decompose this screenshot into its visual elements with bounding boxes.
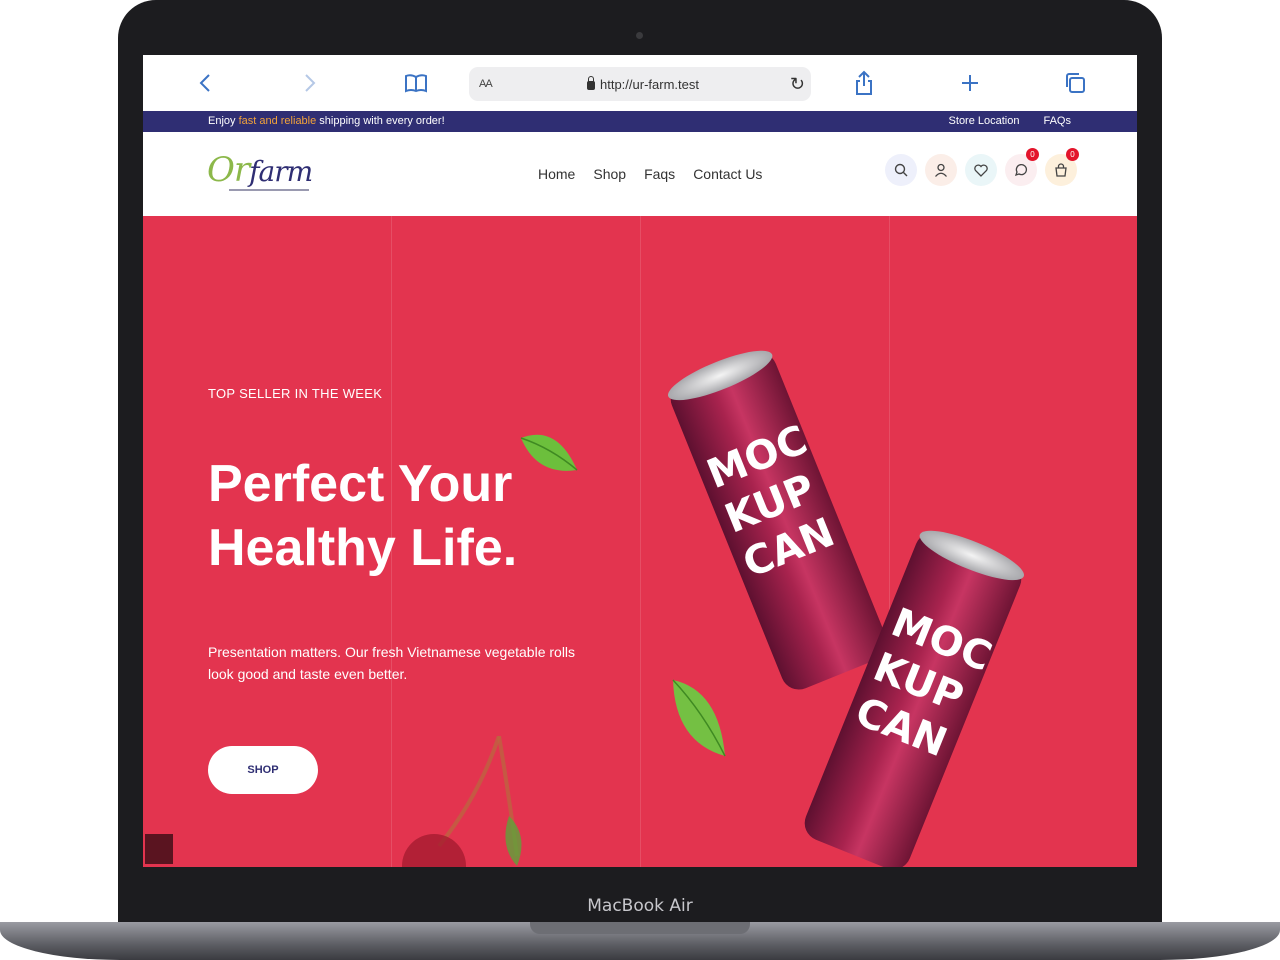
account-button[interactable] [925,154,957,186]
cart-count-badge: 0 [1066,148,1079,161]
faqs-link[interactable]: FAQs [1043,115,1071,127]
announcement-text: Enjoy fast and reliable shipping with ev… [208,115,445,127]
nav-item-home[interactable]: Home [538,166,575,182]
text-size-button[interactable]: AA [479,78,493,90]
logo-tagline-mark [229,189,309,191]
main-nav: Home Shop Faqs Contact Us [538,166,762,182]
forward-icon[interactable] [300,67,320,99]
logo-text-rest: farm [249,155,313,188]
tabs-icon[interactable] [1063,67,1087,99]
leaf-image [520,434,578,471]
address-bar[interactable]: AA http://ur-farm.test ↻ [469,67,811,101]
wishlist-button[interactable] [965,154,997,186]
user-icon [935,163,947,177]
webcam [636,32,643,39]
site-logo[interactable]: Orfarm [207,150,313,196]
announcement-bar: Enjoy fast and reliable shipping with ev… [143,111,1137,132]
reload-icon[interactable]: ↻ [790,74,805,95]
can-lid [914,521,1029,590]
screen: AA http://ur-farm.test ↻ Enjoy fast and … [143,55,1137,867]
cart-button[interactable]: 0 [1045,148,1079,186]
announcement-text-start: Enjoy [208,115,239,127]
browser-toolbar: AA http://ur-farm.test ↻ [143,55,1137,111]
new-tab-icon[interactable] [958,67,982,99]
shopping-bag-icon [1055,163,1067,177]
laptop-brand-label: MacBook Air [587,896,693,916]
product-can-image: MOC KUP CAN [663,341,893,695]
nav-item-contact-us[interactable]: Contact Us [693,166,762,182]
cherry-image [402,736,522,867]
compare-button[interactable]: 0 [1005,148,1039,186]
announcement-text-end: shipping with every order! [316,115,445,127]
search-button[interactable] [885,154,917,186]
bookmarks-icon[interactable] [403,67,429,99]
nav-item-shop[interactable]: Shop [593,166,626,182]
hero-eyebrow: TOP SELLER IN THE WEEK [208,386,383,401]
laptop-notch [530,922,750,934]
store-location-link[interactable]: Store Location [949,115,1020,127]
header-actions: 0 0 [885,148,1079,186]
share-icon[interactable] [852,67,876,99]
can-lid [663,341,778,410]
url-text[interactable]: http://ur-farm.test [600,77,699,92]
compare-count-badge: 0 [1026,148,1039,161]
can-label: MOC KUP CAN [700,416,841,588]
heart-icon [974,163,988,177]
leaf-image [672,679,726,757]
grid-line [640,216,641,867]
chat-icon [1014,163,1028,177]
nav-item-faqs[interactable]: Faqs [644,166,675,182]
logo-text-first: Or [207,150,250,190]
hero-description: Presentation matters. Our fresh Vietname… [208,644,576,682]
hero-banner: TOP SELLER IN THE WEEK Perfect Your Heal… [143,216,1137,867]
search-icon [894,163,908,177]
lock-icon [587,76,595,90]
back-icon[interactable] [195,67,215,99]
corner-widget-icon[interactable] [145,834,173,864]
site-header: Orfarm Home Shop Faqs Contact Us 0 0 [143,132,1137,216]
shop-button[interactable]: SHOP [208,746,318,794]
announcement-highlight: fast and reliable [238,115,317,127]
